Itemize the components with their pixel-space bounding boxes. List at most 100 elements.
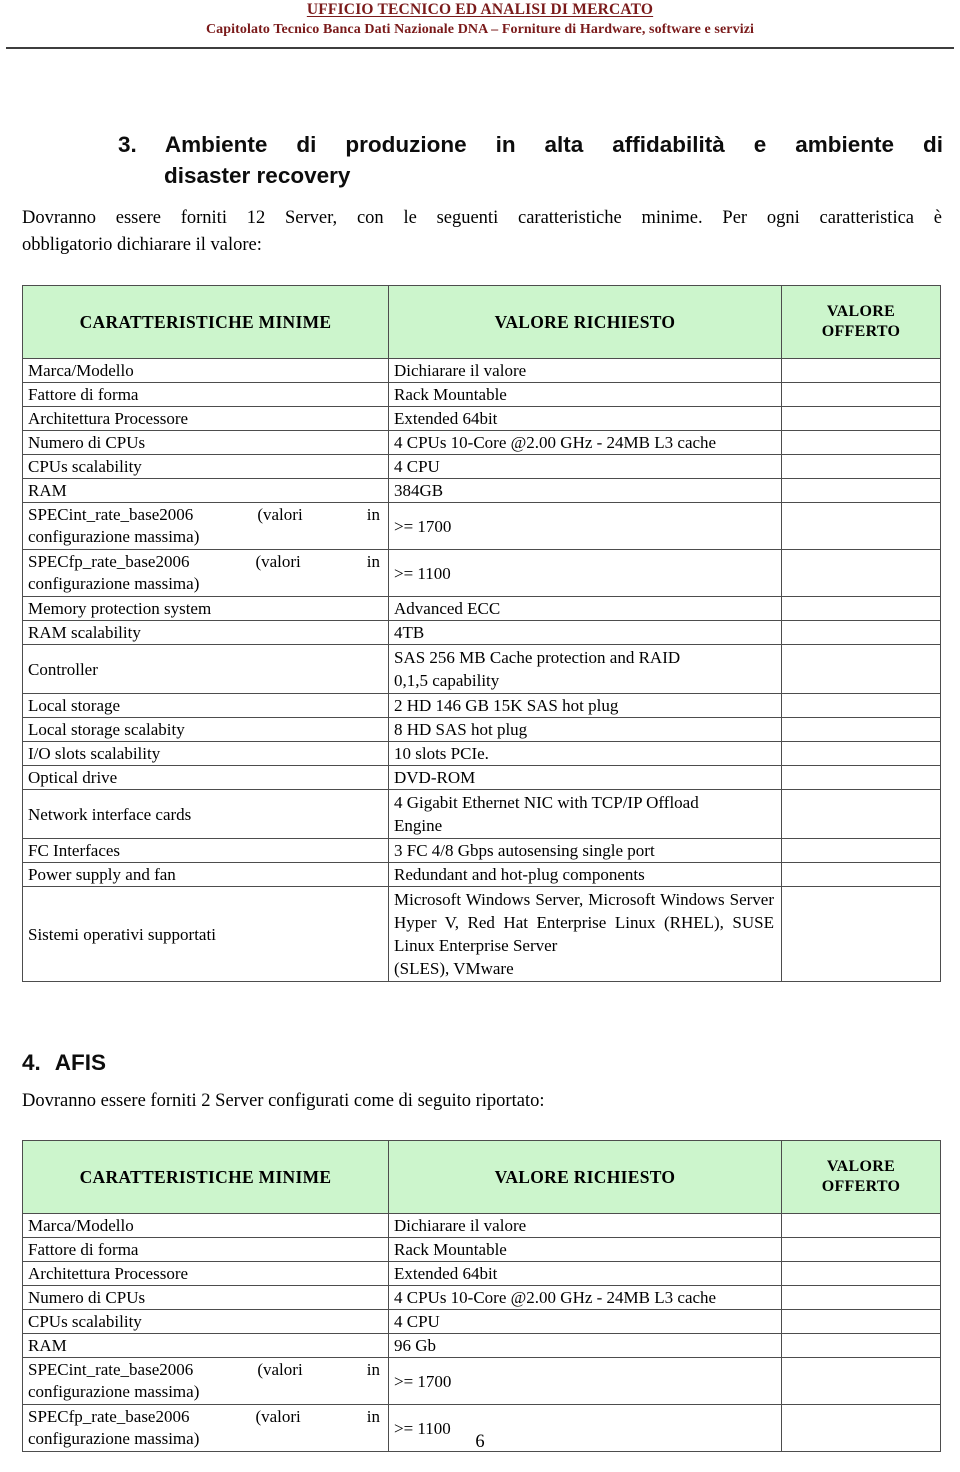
table-row: CPUs scalability 4 CPU <box>22 454 941 479</box>
table-row: Optical drive DVD-ROM <box>22 765 941 790</box>
row-value: Redundant and hot-plug components <box>388 862 782 887</box>
row-label-line2: configurazione massima) <box>28 1382 200 1401</box>
row-label: Marca/Modello <box>22 1213 389 1238</box>
table-row: RAM 384GB <box>22 478 941 503</box>
row-value: DVD-ROM <box>388 765 782 790</box>
table-row: Controller SAS 256 MB Cache protection a… <box>22 644 941 694</box>
row-offer-cell[interactable] <box>781 596 941 621</box>
row-value: Extended 64bit <box>388 406 782 431</box>
row-value-line1: 4 Gigabit Ethernet NIC with TCP/IP Offlo… <box>394 793 699 812</box>
page-number: 6 <box>475 1432 485 1452</box>
valore-offerto-line2: OFFERTO <box>821 1178 901 1195</box>
row-label-line1: SPECfp_rate_base2006 (valori in <box>28 1407 380 1426</box>
row-value: >= 1700 <box>388 502 782 550</box>
valore-offerto-line1: VALORE <box>826 1158 896 1175</box>
row-value: 4 CPU <box>388 1309 782 1334</box>
row-offer-cell[interactable] <box>781 862 941 887</box>
row-label-line1: SPECfp_rate_base2006 (valori in <box>28 552 380 571</box>
row-offer-cell[interactable] <box>781 717 941 742</box>
row-offer-cell[interactable] <box>781 886 941 982</box>
row-offer-cell[interactable] <box>781 693 941 718</box>
section-3-heading: 3. Ambiente di produzione in alta affida… <box>118 129 943 191</box>
table-row: Marca/Modello Dichiarare il valore <box>22 358 941 383</box>
row-offer-cell[interactable] <box>781 741 941 766</box>
row-value: Dichiarare il valore <box>388 358 782 383</box>
row-label: Controller <box>22 644 389 694</box>
table-row: SPECint_rate_base2006 (valori in configu… <box>22 1357 941 1405</box>
column-header-valore-richiesto: VALORE RICHIESTO <box>388 285 782 359</box>
row-label: Architettura Processore <box>22 1261 389 1286</box>
row-label: Fattore di forma <box>22 1237 389 1262</box>
row-offer-cell[interactable] <box>781 1357 941 1405</box>
table-row: Marca/Modello Dichiarare il valore <box>22 1213 941 1238</box>
row-value: 4TB <box>388 620 782 645</box>
row-value: Microsoft Windows Server, Microsoft Wind… <box>388 886 782 982</box>
table-row: Local storage scalabity 8 HD SAS hot plu… <box>22 717 941 742</box>
specifications-table-production: CARATTERISTICHE MINIME VALORE RICHIESTO … <box>22 285 941 982</box>
header-office-line: UFFICIO TECNICO ED ANALISI DI MERCATO <box>306 1 654 18</box>
row-offer-cell[interactable] <box>781 1333 941 1358</box>
row-label: Fattore di forma <box>22 382 389 407</box>
row-value: 384GB <box>388 478 782 503</box>
table-header-row: CARATTERISTICHE MINIME VALORE RICHIESTO … <box>22 1140 941 1214</box>
column-header-valore-offerto: VALORE OFFERTO <box>781 1140 941 1214</box>
section-4-heading: 4. AFIS <box>22 1047 422 1078</box>
row-offer-cell[interactable] <box>781 502 941 550</box>
row-value: 4 CPUs 10-Core @2.00 GHz - 24MB L3 cache <box>388 1285 782 1310</box>
row-offer-cell[interactable] <box>781 382 941 407</box>
row-value: Dichiarare il valore <box>388 1213 782 1238</box>
table-row: I/O slots scalability 10 slots PCIe. <box>22 741 941 766</box>
table-row: RAM scalability 4TB <box>22 620 941 645</box>
row-label: Numero di CPUs <box>22 1285 389 1310</box>
row-label: Optical drive <box>22 765 389 790</box>
row-value: >= 1100 <box>388 549 782 597</box>
row-label: SPECfp_rate_base2006 (valori in configur… <box>22 549 389 597</box>
row-label: I/O slots scalability <box>22 741 389 766</box>
row-offer-cell[interactable] <box>781 644 941 694</box>
row-offer-cell[interactable] <box>781 454 941 479</box>
row-value: 96 Gb <box>388 1333 782 1358</box>
row-value: 4 CPU <box>388 454 782 479</box>
row-offer-cell[interactable] <box>781 765 941 790</box>
header-divider-rule <box>6 47 954 49</box>
row-label: Marca/Modello <box>22 358 389 383</box>
table-header-row: CARATTERISTICHE MINIME VALORE RICHIESTO … <box>22 285 941 359</box>
header-subtitle-line: Capitolato Tecnico Banca Dati Nazionale … <box>205 22 755 37</box>
row-offer-cell[interactable] <box>781 838 941 863</box>
row-offer-cell[interactable] <box>781 406 941 431</box>
row-value: 4 Gigabit Ethernet NIC with TCP/IP Offlo… <box>388 789 782 839</box>
table-row: Power supply and fan Redundant and hot-p… <box>22 862 941 887</box>
section-3-title-line1: Ambiente di produzione in alta affidabil… <box>164 132 943 157</box>
section-4-title: AFIS <box>54 1050 107 1075</box>
specifications-table-afis: CARATTERISTICHE MINIME VALORE RICHIESTO … <box>22 1140 941 1452</box>
row-offer-cell[interactable] <box>781 478 941 503</box>
table-row: Local storage 2 HD 146 GB 15K SAS hot pl… <box>22 693 941 718</box>
valore-offerto-line2: OFFERTO <box>821 323 901 340</box>
row-offer-cell[interactable] <box>781 1237 941 1262</box>
row-offer-cell[interactable] <box>781 358 941 383</box>
table-row: Memory protection system Advanced ECC <box>22 596 941 621</box>
row-label-line1: SPECint_rate_base2006 (valori in <box>28 1360 380 1379</box>
row-offer-cell[interactable] <box>781 620 941 645</box>
row-label: Local storage <box>22 693 389 718</box>
row-offer-cell[interactable] <box>781 789 941 839</box>
row-value: 4 CPUs 10-Core @2.00 GHz - 24MB L3 cache <box>388 430 782 455</box>
section-3-title-line2: disaster recovery <box>164 163 351 188</box>
row-label: RAM <box>22 478 389 503</box>
row-offer-cell[interactable] <box>781 1285 941 1310</box>
row-offer-cell[interactable] <box>781 1261 941 1286</box>
row-label: CPUs scalability <box>22 1309 389 1334</box>
column-header-valore-richiesto: VALORE RICHIESTO <box>388 1140 782 1214</box>
table-row: RAM 96 Gb <box>22 1333 941 1358</box>
row-offer-cell[interactable] <box>781 549 941 597</box>
table-row: Numero di CPUs 4 CPUs 10-Core @2.00 GHz … <box>22 430 941 455</box>
row-label: Local storage scalabity <box>22 717 389 742</box>
table-row: Sistemi operativi supportati Microsoft W… <box>22 886 941 982</box>
row-offer-cell[interactable] <box>781 430 941 455</box>
row-offer-cell[interactable] <box>781 1309 941 1334</box>
row-offer-cell[interactable] <box>781 1213 941 1238</box>
document-running-header: UFFICIO TECNICO ED ANALISI DI MERCATO Ca… <box>0 0 960 40</box>
row-value-line2: Engine <box>394 816 443 835</box>
row-label: RAM scalability <box>22 620 389 645</box>
row-label: Numero di CPUs <box>22 430 389 455</box>
